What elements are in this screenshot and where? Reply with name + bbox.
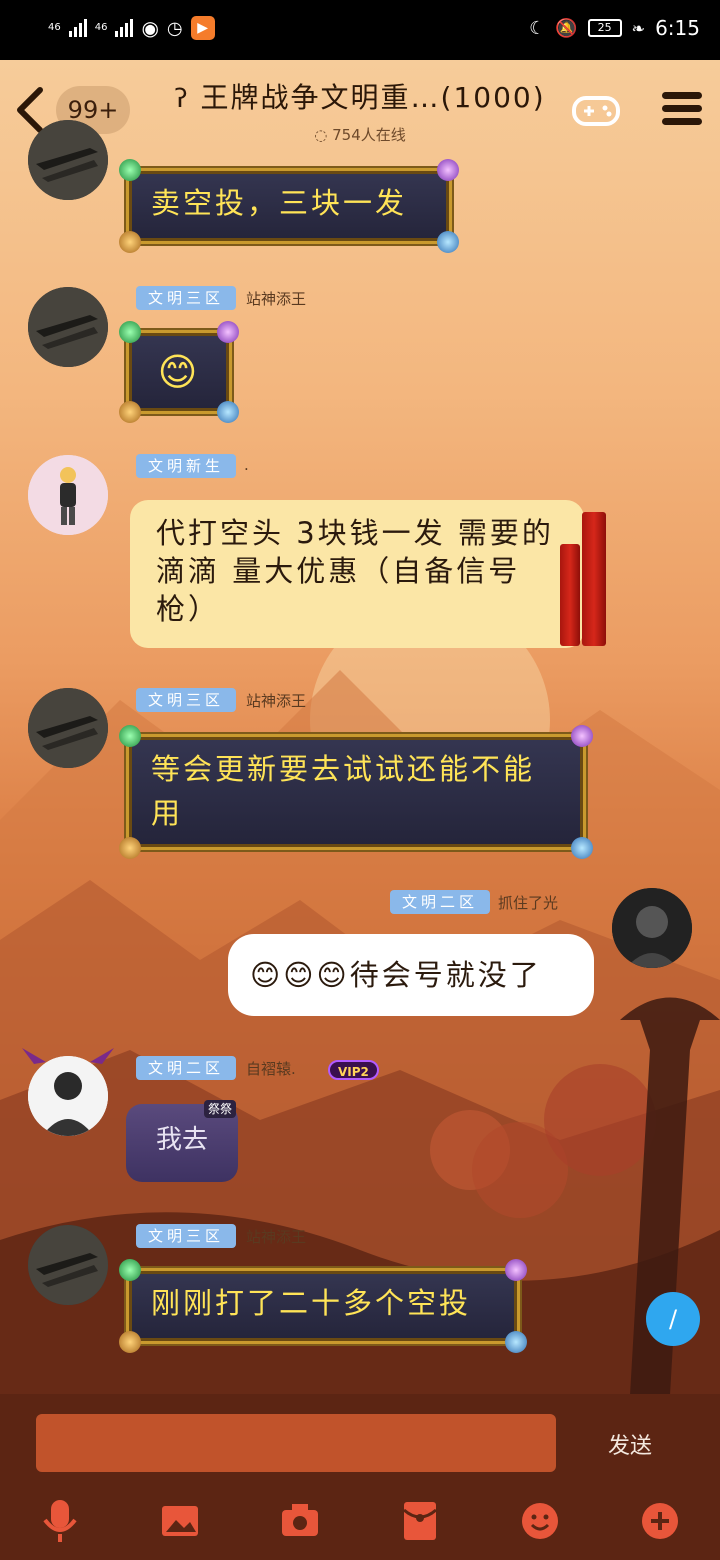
message-bubble[interactable]: 等会更新要去试试还能不能用 [119,725,593,859]
message-bubble[interactable]: 卖空投，三块一发 [119,159,459,253]
new-messages-button[interactable]: / [646,1292,700,1346]
rifle-avatar-icon [28,1225,108,1305]
avatar[interactable] [28,1056,108,1136]
sender-name[interactable]: 站神添王 [246,288,306,309]
gem-icon [119,159,141,181]
leaf-icon: ❧ [631,18,646,38]
clock-time: 6:15 [655,16,700,40]
chat-background [0,60,720,1395]
gem-icon [217,401,239,423]
message-text: 等会更新要去试试还能不能用 [151,752,536,830]
gem-icon [437,231,459,253]
image-icon [162,1506,198,1536]
message-text: 卖空投，三块一发 [151,186,408,220]
emoji-icon [522,1503,558,1539]
gem-icon [437,159,459,181]
send-button[interactable]: 发送 [608,1428,652,1460]
devil-horns-icon [20,1044,116,1066]
mute-bell-icon: 🔕 [555,17,578,39]
camera-button[interactable] [278,1496,322,1546]
gem-icon [571,837,593,859]
rifle-avatar-icon [28,688,108,768]
image-button[interactable] [158,1496,202,1546]
sender-name[interactable]: 站神添王 [246,690,306,711]
group-tag: 文明三区 [136,286,237,310]
gem-icon [505,1331,527,1353]
avatar[interactable] [28,1225,108,1305]
message-bubble[interactable]: 😊😊😊待会号就没了 [228,934,594,1016]
gem-icon [119,231,141,253]
avatar[interactable] [28,287,108,367]
group-tag: 文明三区 [136,1224,237,1248]
online-icon: ◌ [314,126,328,144]
dark-avatar-icon [612,888,692,968]
sender-name[interactable]: 抓住了光 [498,892,558,913]
sticker-badge: 祭祭 [203,1100,236,1118]
voice-button[interactable] [38,1496,82,1546]
sender-name[interactable]: . [244,456,249,474]
boy-avatar-icon [28,1056,108,1136]
microphone-icon [43,1500,77,1542]
gem-icon [119,837,141,859]
gamepad-button[interactable] [572,90,620,130]
message-input[interactable] [36,1414,556,1472]
plus-icon [642,1503,678,1539]
smirk-emoji-icon: 😊 [157,350,201,394]
signal-label-2: 46 [94,22,108,33]
chat-title-area[interactable]: ʔ 王牌战争文明重…(1000) ◌ 754人在线 [150,76,570,145]
group-tag: 文明二区 [136,1056,237,1080]
video-app-icon: ▶ [190,16,215,40]
group-title: 王牌战争文明重…(1000) [200,81,546,114]
avatar[interactable] [28,455,108,535]
gamepad-icon [572,96,620,126]
red-packet-icon [403,1502,437,1540]
online-count: 754人在线 [332,126,406,144]
camera-icon [282,1504,318,1536]
avatar[interactable] [28,688,108,768]
candle-icon [560,544,580,646]
sticker-bubble[interactable]: 我去 祭祭 [126,1100,238,1182]
signal-icon [68,19,87,37]
sender-name[interactable]: 自褶辕. [246,1058,296,1079]
gem-icon [119,1331,141,1353]
timer-icon: ◷ [166,17,183,39]
group-tag: 文明二区 [390,890,491,914]
ear-icon: ʔ [174,84,190,114]
sender-name[interactable]: 站神添王 [246,1226,306,1247]
emoji-button[interactable] [518,1496,562,1546]
battery-icon: 25 [587,19,622,37]
vip-badge: VIP2 [328,1060,379,1080]
avatar[interactable] [612,888,692,968]
gem-icon [505,1259,527,1281]
signal-icon [115,19,134,37]
gem-icon [571,725,593,747]
gem-icon [119,321,141,343]
message-bubble[interactable]: 😊 [119,321,239,423]
rifle-avatar-icon [28,120,108,200]
message-bubble[interactable]: 刚刚打了二十多个空投 [119,1259,527,1353]
group-tag: 文明新生 [136,454,237,478]
gem-icon [119,1259,141,1281]
gem-icon [217,321,239,343]
more-button[interactable] [638,1496,682,1546]
eye-icon: ◉ [141,16,159,40]
signal-label-1: 46 [48,22,61,33]
gem-icon [119,725,141,747]
red-packet-button[interactable] [398,1496,442,1546]
gem-icon [119,401,141,423]
avatar[interactable] [28,120,108,200]
sticker-text: 我去 [155,1125,208,1155]
status-bar: 46 46 ◉ ◷ ▶ ☾ 🔕 25 ❧ 6:15 [0,0,720,60]
moon-icon: ☾ [529,17,546,39]
person-avatar-icon [28,455,108,535]
group-tag: 文明三区 [136,688,237,712]
menu-button[interactable] [662,92,702,128]
message-text: 刚刚打了二十多个空投 [151,1286,472,1320]
candle-icon [582,512,606,646]
input-toolbar [0,1496,720,1552]
rifle-avatar-icon [28,287,108,367]
message-bubble[interactable]: 代打空头 3块钱一发 需要的滴滴 量大优惠（自备信号枪） [130,500,584,648]
